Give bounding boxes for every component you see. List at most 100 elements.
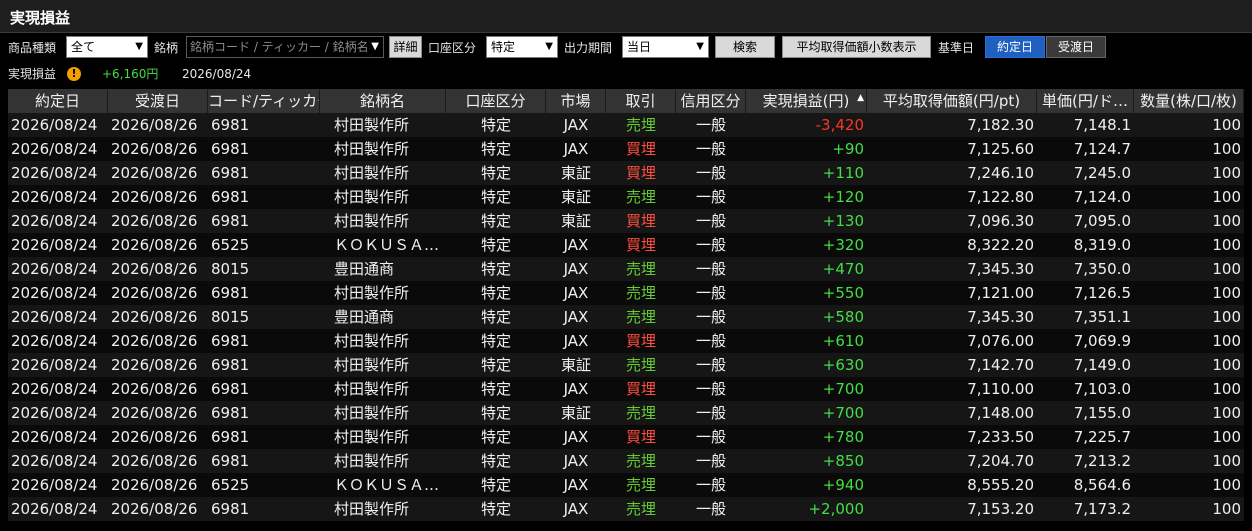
cell-credit-type: 一般 bbox=[695, 212, 726, 230]
cell-unit-price: 7,126.5 bbox=[1073, 284, 1131, 302]
cell-code: 6981 bbox=[211, 452, 250, 470]
table-row[interactable]: 2026/08/24 2026/08/26 6525 ＫＯＫＵＳＡ… 特定 JAX 買埋 一般… bbox=[8, 233, 1244, 257]
warning-icon[interactable]: ! bbox=[67, 67, 81, 81]
cell-account: 特定 bbox=[480, 332, 511, 350]
column-header-credit-type[interactable]: 信用区分 bbox=[676, 89, 746, 113]
product-type-select[interactable]: 全て ▼ bbox=[66, 36, 148, 58]
table-row[interactable]: 2026/08/24 2026/08/26 6981 村田製作所 特定 JAX 売埋 一般 -3… bbox=[8, 113, 1244, 137]
cell-code: 6525 bbox=[211, 476, 250, 494]
table-row[interactable]: 2026/08/24 2026/08/26 6981 村田製作所 特定 JAX 売埋 一般 +8… bbox=[8, 449, 1244, 473]
column-header-trade-date[interactable]: 約定日 bbox=[8, 89, 108, 113]
table-row[interactable]: 2026/08/24 2026/08/26 6981 村田製作所 特定 東証 買埋 一般 +11… bbox=[8, 161, 1244, 185]
cell-settle-date: 2026/08/26 bbox=[111, 356, 198, 374]
cell-account: 特定 bbox=[480, 164, 511, 182]
cell-trade-date: 2026/08/24 bbox=[11, 452, 98, 470]
column-header-account[interactable]: 口座区分 bbox=[446, 89, 546, 113]
cell-avg-price: 7,096.30 bbox=[967, 212, 1034, 230]
table-row[interactable]: 2026/08/24 2026/08/26 6981 村田製作所 特定 東証 売埋 一般 +70… bbox=[8, 401, 1244, 425]
table-row[interactable]: 2026/08/24 2026/08/26 6981 村田製作所 特定 東証 売埋 一般 +63… bbox=[8, 353, 1244, 377]
cell-name: 村田製作所 bbox=[334, 164, 410, 182]
cell-pnl: +2,000 bbox=[808, 500, 864, 518]
cell-quantity: 100 bbox=[1212, 308, 1241, 326]
cell-settle-date: 2026/08/26 bbox=[111, 140, 198, 158]
cell-avg-price: 8,555.20 bbox=[967, 476, 1034, 494]
cell-settle-date: 2026/08/26 bbox=[111, 236, 198, 254]
cell-trade-date: 2026/08/24 bbox=[11, 284, 98, 302]
base-date-settlement-toggle[interactable]: 受渡日 bbox=[1046, 36, 1106, 58]
cell-market: JAX bbox=[563, 476, 589, 494]
table-row[interactable]: 2026/08/24 2026/08/26 6981 村田製作所 特定 JAX 売埋 一般 +2… bbox=[8, 497, 1244, 521]
cell-settle-date: 2026/08/26 bbox=[111, 452, 198, 470]
table-row[interactable]: 2026/08/24 2026/08/26 6981 村田製作所 特定 JAX 買埋 一般 +7… bbox=[8, 425, 1244, 449]
cell-pnl: +580 bbox=[822, 308, 864, 326]
chevron-down-icon: ▼ bbox=[545, 41, 553, 52]
column-header-trade-type[interactable]: 取引 bbox=[606, 89, 676, 113]
cell-market: 東証 bbox=[560, 212, 591, 230]
cell-pnl: +470 bbox=[822, 260, 864, 278]
cell-quantity: 100 bbox=[1212, 260, 1241, 278]
column-header-quantity[interactable]: 数量(株/口/枚) bbox=[1134, 89, 1244, 113]
cell-trade-type: 売埋 bbox=[625, 356, 656, 374]
table-row[interactable]: 2026/08/24 2026/08/26 6981 村田製作所 特定 東証 買埋 一般 +13… bbox=[8, 209, 1244, 233]
cell-code: 6981 bbox=[211, 164, 250, 182]
table-row[interactable]: 2026/08/24 2026/08/26 6981 村田製作所 特定 JAX 買埋 一般 +6… bbox=[8, 329, 1244, 353]
chevron-down-icon[interactable]: ▼ bbox=[371, 37, 379, 57]
avg-price-decimal-button[interactable]: 平均取得価額小数表示 bbox=[782, 36, 931, 58]
cell-avg-price: 7,125.60 bbox=[967, 140, 1034, 158]
cell-settle-date: 2026/08/26 bbox=[111, 404, 198, 422]
cell-account: 特定 bbox=[480, 476, 511, 494]
cell-credit-type: 一般 bbox=[695, 476, 726, 494]
table-row[interactable]: 2026/08/24 2026/08/26 8015 豊田通商 特定 JAX 売埋 一般 +47… bbox=[8, 257, 1244, 281]
table-row[interactable]: 2026/08/24 2026/08/26 6525 ＫＯＫＵＳＡ… 特定 JAX 売埋 一般… bbox=[8, 473, 1244, 497]
column-header-code[interactable]: コード/ティッカー bbox=[208, 89, 320, 113]
table-header: 約定日 受渡日 コード/ティッカー 銘柄名 口座区分 市場 取引 信用区分 実現損益(円) ▲ 平均… bbox=[8, 89, 1244, 113]
cell-account: 特定 bbox=[480, 452, 511, 470]
table-row[interactable]: 2026/08/24 2026/08/26 6981 村田製作所 特定 JAX 買埋 一般 +9… bbox=[8, 137, 1244, 161]
cell-name: 村田製作所 bbox=[334, 284, 410, 302]
column-header-market[interactable]: 市場 bbox=[546, 89, 606, 113]
chevron-down-icon: ▼ bbox=[696, 41, 704, 52]
column-header-avg-price[interactable]: 平均取得価額(円/pt) bbox=[867, 89, 1037, 113]
table-row[interactable]: 2026/08/24 2026/08/26 6981 村田製作所 特定 JAX 買埋 一般 +7… bbox=[8, 377, 1244, 401]
cell-unit-price: 7,213.2 bbox=[1073, 452, 1131, 470]
cell-pnl: +630 bbox=[822, 356, 864, 374]
table-row[interactable]: 2026/08/24 2026/08/26 6981 村田製作所 特定 JAX 売埋 一般 +5… bbox=[8, 281, 1244, 305]
summary-value: +6,160円 bbox=[102, 67, 159, 81]
table-row[interactable]: 2026/08/24 2026/08/26 8015 豊田通商 特定 JAX 売埋 一般 +58… bbox=[8, 305, 1244, 329]
cell-quantity: 100 bbox=[1212, 284, 1241, 302]
cell-pnl: +120 bbox=[822, 188, 864, 206]
cell-pnl: +320 bbox=[822, 236, 864, 254]
cell-trade-date: 2026/08/24 bbox=[11, 188, 98, 206]
cell-market: JAX bbox=[563, 116, 589, 134]
cell-unit-price: 7,350.0 bbox=[1073, 260, 1131, 278]
cell-unit-price: 7,149.0 bbox=[1073, 356, 1131, 374]
cell-avg-price: 7,121.00 bbox=[967, 284, 1034, 302]
cell-settle-date: 2026/08/26 bbox=[111, 284, 198, 302]
search-button[interactable]: 検索 bbox=[715, 36, 775, 58]
product-type-label: 商品種類 bbox=[8, 41, 57, 55]
cell-market: 東証 bbox=[560, 188, 591, 206]
cell-trade-date: 2026/08/24 bbox=[11, 164, 98, 182]
cell-pnl: +130 bbox=[822, 212, 864, 230]
cell-name: 豊田通商 bbox=[334, 260, 395, 278]
column-header-unit-price[interactable]: 単価(円/ド… bbox=[1037, 89, 1134, 113]
table-row[interactable]: 2026/08/24 2026/08/26 6981 村田製作所 特定 東証 売埋 一般 +12… bbox=[8, 185, 1244, 209]
detail-button[interactable]: 詳細 bbox=[389, 36, 422, 58]
cell-market: 東証 bbox=[560, 404, 591, 422]
period-label: 出力期間 bbox=[564, 41, 613, 55]
period-select[interactable]: 当日 ▼ bbox=[622, 36, 709, 58]
column-header-pnl[interactable]: 実現損益(円) ▲ bbox=[746, 89, 867, 113]
cell-name: ＫＯＫＵＳＡ… bbox=[334, 236, 440, 254]
cell-trade-date: 2026/08/24 bbox=[11, 212, 98, 230]
cell-pnl: -3,420 bbox=[815, 116, 864, 134]
cell-credit-type: 一般 bbox=[695, 332, 726, 350]
account-select[interactable]: 特定 ▼ bbox=[486, 36, 558, 58]
cell-market: JAX bbox=[563, 332, 589, 350]
cell-avg-price: 7,148.00 bbox=[967, 404, 1034, 422]
cell-quantity: 100 bbox=[1212, 236, 1241, 254]
column-header-settle-date[interactable]: 受渡日 bbox=[108, 89, 208, 113]
cell-credit-type: 一般 bbox=[695, 260, 726, 278]
base-date-trade-toggle[interactable]: 約定日 bbox=[985, 36, 1045, 58]
column-header-name[interactable]: 銘柄名 bbox=[320, 89, 446, 113]
symbol-input[interactable]: 銘柄コード / ティッカー / 銘柄名 ▼ bbox=[186, 36, 384, 58]
